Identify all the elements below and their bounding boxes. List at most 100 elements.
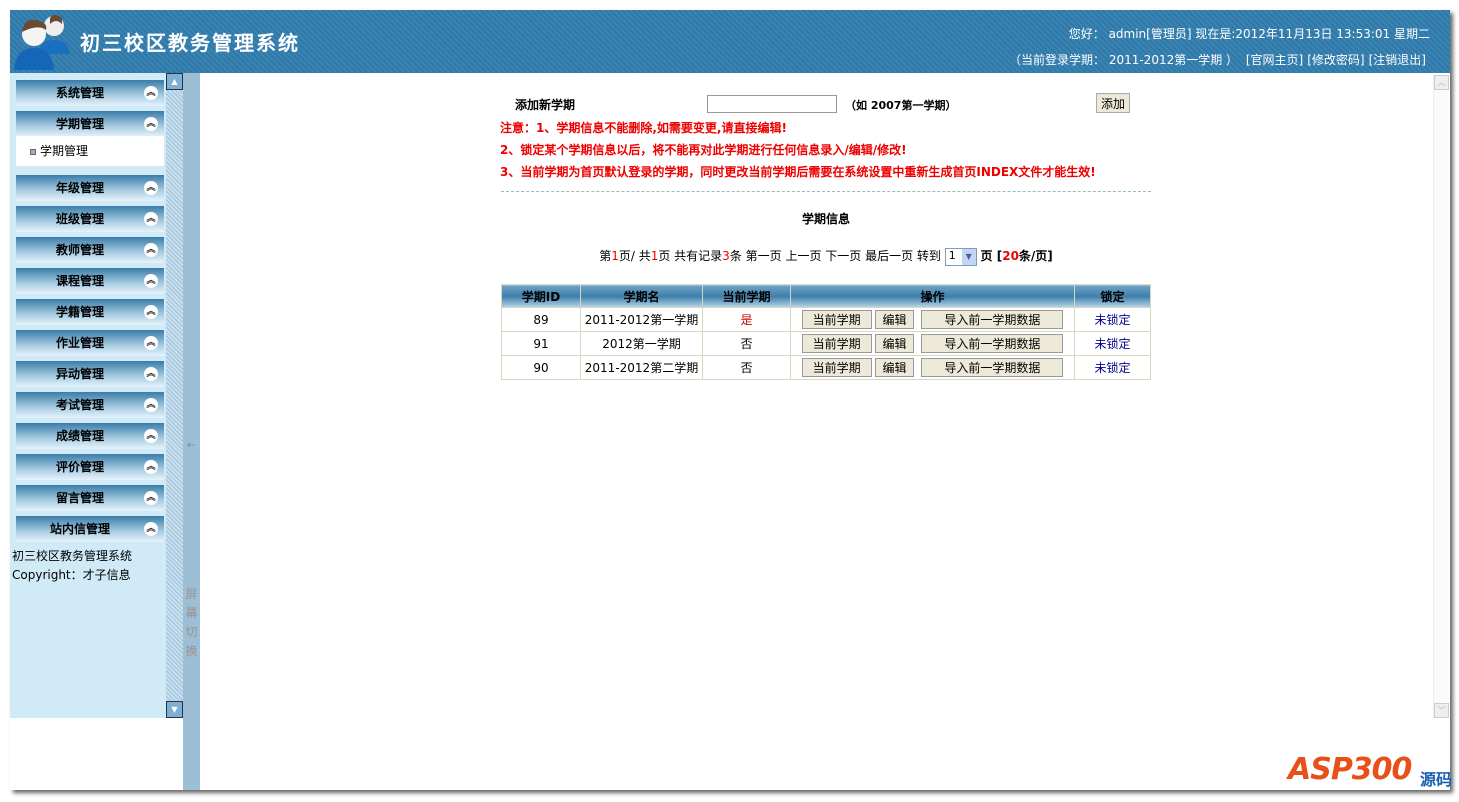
note-2: 2、锁定某个学期信息以后，将不能再对此学期进行任何信息录入/编辑/修改! — [500, 143, 907, 157]
term-name: 2011-2012第二学期 — [580, 355, 703, 380]
menu-course[interactable]: 课程管理 ︽ — [16, 268, 164, 294]
menu-student-status[interactable]: 学籍管理 ︽ — [16, 299, 164, 325]
menu-label: 教师管理 — [55, 243, 104, 257]
import-previous-button[interactable]: 导入前一学期数据 — [921, 310, 1064, 329]
term-table: 学期ID 学期名 当前学期 操作 锁定 89 2011-2012第一学期 是 当… — [501, 284, 1151, 380]
menu-class[interactable]: 班级管理 ︽ — [16, 206, 164, 232]
term-id: 91 — [501, 331, 581, 356]
watermark-logo: ASP300 — [1288, 752, 1412, 787]
chevron-up-icon: ︽ — [144, 212, 158, 226]
watermark-sub: 源码 — [1420, 770, 1453, 789]
set-current-button[interactable]: 当前学期 — [801, 358, 872, 377]
chevron-up-icon: ︽ — [144, 336, 158, 350]
header: 初三校区教务管理系统 您好： admin[管理员] 现在是:2012年11月13… — [10, 10, 1450, 73]
lock-status-link[interactable]: 未锁定 — [1074, 331, 1151, 356]
edit-button[interactable]: 编辑 — [875, 310, 914, 329]
import-previous-button[interactable]: 导入前一学期数据 — [921, 358, 1064, 377]
change-password-link[interactable]: [修改密码] — [1307, 53, 1364, 67]
pager-text: 第 — [599, 249, 612, 263]
chevron-up-icon: ︽ — [144, 460, 158, 474]
scroll-down-icon[interactable]: ﹀ — [1434, 703, 1449, 718]
menu-evaluation[interactable]: 评价管理 ︽ — [16, 454, 164, 480]
menu-grade[interactable]: 年级管理 ︽ — [16, 175, 164, 201]
add-term-button[interactable]: 添加 — [1096, 93, 1130, 113]
screen-toggle-bar[interactable]: ← 屏幕切换 屏幕切换 — [183, 73, 200, 790]
menu-inbox[interactable]: 站内信管理 ︽ — [16, 516, 164, 542]
menu-label: 年级管理 — [55, 181, 104, 195]
pager-text: 页 [ — [980, 249, 1003, 263]
col-header: 锁定 — [1074, 284, 1151, 308]
app-title: 初三校区教务管理系统 — [80, 31, 300, 55]
edit-button[interactable]: 编辑 — [875, 358, 914, 377]
toggle-char: 幕 — [185, 606, 198, 620]
actions: 当前学期 编辑 导入前一学期数据 — [790, 331, 1075, 356]
chevron-up-icon: ︽ — [144, 181, 158, 195]
menu-changes[interactable]: 异动管理 ︽ — [16, 361, 164, 387]
goto-page-value: 1 — [948, 248, 956, 262]
sidebar: 系统管理 ︽ 学期管理 ︽ 学期管理 年级管理 ︽ 班级管理 ︽ 教师管理 ︽ 课程管理 ︽… — [10, 73, 166, 718]
set-current-button[interactable]: 当前学期 — [801, 334, 872, 353]
chevron-up-icon: ︽ — [144, 86, 158, 100]
set-current-button[interactable]: 当前学期 — [801, 310, 872, 329]
record-count: 3 — [722, 249, 730, 263]
menu-label: 成绩管理 — [55, 429, 104, 443]
chevron-up-icon: ︽ — [144, 243, 158, 257]
screen-toggle-chars[interactable]: 屏幕切换 — [184, 585, 199, 661]
note-3: 3、当前学期为首页默认登录的学期，同时更改当前学期后需要在系统设置中重新生成首页… — [500, 165, 1096, 179]
term-id: 89 — [501, 307, 581, 332]
note-1: 注意：1、学期信息不能删除,如需要变更,请直接编辑! — [500, 121, 787, 135]
edit-button[interactable]: 编辑 — [875, 334, 914, 353]
pager-nav-links[interactable]: 条 第一页 上一页 下一页 最后一页 转到 — [730, 249, 941, 263]
current-page: 1 — [611, 249, 619, 263]
chevron-up-icon: ︽ — [144, 367, 158, 381]
actions: 当前学期 编辑 导入前一学期数据 — [790, 307, 1075, 332]
menu-label: 异动管理 — [55, 367, 104, 381]
table-header: 学期ID 学期名 当前学期 操作 锁定 — [501, 284, 1151, 308]
toggle-char: 切 — [185, 625, 198, 639]
new-term-input[interactable] — [707, 95, 837, 113]
is-current: 是 — [702, 307, 791, 332]
menu-term[interactable]: 学期管理 ︽ — [16, 111, 164, 137]
goto-page-select[interactable]: 1 ▼ — [944, 247, 977, 266]
divider — [501, 191, 1151, 192]
term-name: 2011-2012第一学期 — [580, 307, 703, 332]
greeting-datetime: 您好： admin[管理员] 现在是:2012年11月13日 13:53:01 … — [1068, 27, 1430, 41]
scroll-down-icon[interactable]: ▼ — [166, 701, 183, 718]
menu-label: 班级管理 — [55, 212, 104, 226]
col-header: 学期ID — [501, 284, 581, 308]
table-row: 90 2011-2012第二学期 否 当前学期 编辑 导入前一学期数据 未锁定 — [501, 355, 1151, 380]
toggle-char: 屏 — [185, 587, 198, 601]
menu-teacher[interactable]: 教师管理 ︽ — [16, 237, 164, 263]
menu-homework[interactable]: 作业管理 ︽ — [16, 330, 164, 356]
arrow-left-icon: ← — [187, 440, 196, 451]
menu-scores[interactable]: 成绩管理 ︽ — [16, 423, 164, 449]
sidebar-scrollbar[interactable]: ▲ ▼ — [166, 73, 183, 718]
homepage-link[interactable]: [官网主页] — [1246, 53, 1303, 67]
lock-status-link[interactable]: 未锁定 — [1074, 307, 1151, 332]
users-logo-icon — [14, 15, 70, 70]
menu-label: 学籍管理 — [55, 305, 104, 319]
pager-text: 条/页] — [1018, 249, 1053, 263]
chevron-up-icon: ︽ — [144, 522, 158, 536]
term-id: 90 — [501, 355, 581, 380]
menu-exam[interactable]: 考试管理 ︽ — [16, 392, 164, 418]
lock-status-link[interactable]: 未锁定 — [1074, 355, 1151, 380]
footer-system-name: 初三校区教务管理系统 — [12, 549, 133, 563]
is-current: 否 — [702, 331, 791, 356]
submenu-term-management[interactable]: 学期管理 — [16, 136, 164, 166]
pagination: 第1页/ 共1页 共有记录3条 第一页 上一页 下一页 最后一页 转到 1 ▼ 页… — [501, 247, 1151, 266]
scroll-up-icon[interactable]: ▲ — [166, 73, 183, 90]
import-previous-button[interactable]: 导入前一学期数据 — [921, 334, 1064, 353]
add-term-label: 添加新学期 — [515, 98, 576, 112]
scroll-up-icon[interactable]: ︿ — [1434, 75, 1449, 90]
menu-system[interactable]: 系统管理 ︽ — [16, 80, 164, 106]
col-header: 操作 — [790, 284, 1075, 308]
col-header: 学期名 — [580, 284, 703, 308]
section-title: 学期信息 — [801, 212, 850, 226]
footer-copyright: Copyright：才子信息 — [12, 568, 131, 582]
menu-label: 课程管理 — [55, 274, 104, 288]
logout-link[interactable]: [注销退出] — [1369, 53, 1426, 67]
menu-messages[interactable]: 留言管理 ︽ — [16, 485, 164, 511]
sidebar-footer: 初三校区教务管理系统 Copyright：才子信息 — [12, 547, 132, 585]
content-scrollbar[interactable]: ︿ ﹀ — [1433, 75, 1449, 718]
